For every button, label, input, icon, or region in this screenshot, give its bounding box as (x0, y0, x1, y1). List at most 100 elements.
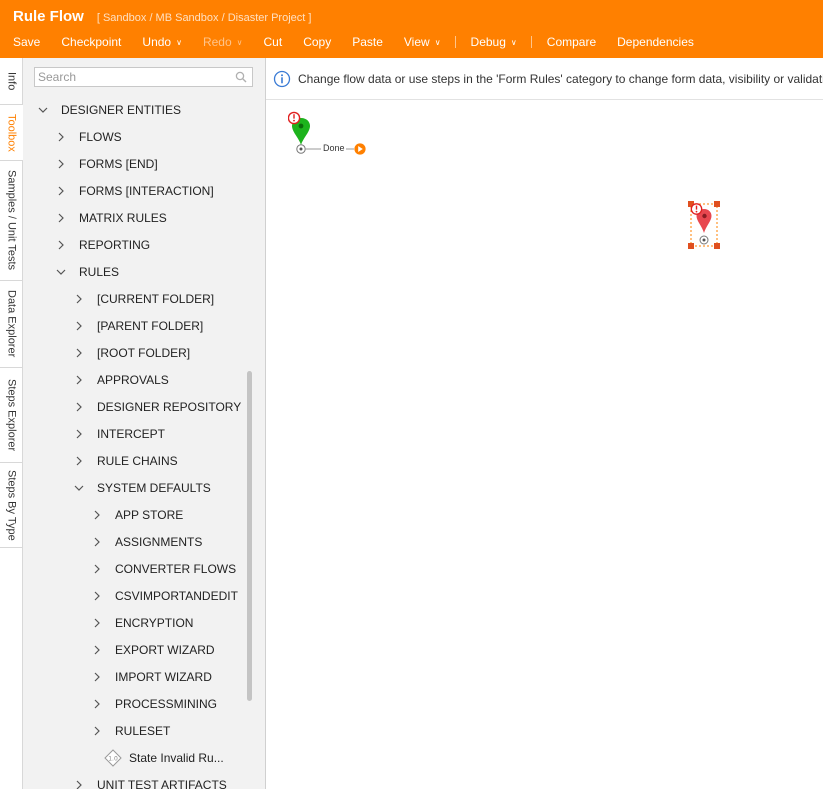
menu-bar: Save Checkpoint Undo ∨ Redo ∨ Cut Copy Paste View… (0, 33, 702, 51)
side-tab-strip: Info Toolbox Samples / Unit Tests Data Expl… (0, 58, 24, 789)
breadcrumb[interactable]: [ Sandbox / MB Sandbox / Disaster Projec… (97, 12, 312, 24)
menu-checkpoint-button[interactable]: Checkpoint (61, 35, 121, 49)
tree-folder-item[interactable]: CONVERTER FLOWS (91, 559, 236, 579)
chevron-down-icon[interactable] (73, 482, 85, 494)
flow-canvas[interactable]: Change flow data or use steps in the 'Fo… (266, 58, 823, 789)
start-connector-icon[interactable] (296, 144, 306, 154)
chevron-right-icon[interactable] (55, 185, 67, 197)
chevron-right-icon[interactable] (55, 158, 67, 170)
tab-data-explorer[interactable]: Data Explorer (0, 281, 23, 368)
menu-cut-button[interactable]: Cut (264, 35, 283, 49)
chevron-right-icon[interactable] (91, 590, 103, 602)
tree-folder-item[interactable]: DESIGNER REPOSITORY (73, 397, 241, 417)
chevron-right-icon[interactable] (73, 428, 85, 440)
search-box (34, 67, 253, 87)
tree-folder-item[interactable]: SYSTEM DEFAULTS (73, 478, 211, 498)
chevron-right-icon[interactable] (73, 401, 85, 413)
menu-save-button[interactable]: Save (13, 35, 40, 49)
chevron-right-icon[interactable] (55, 131, 67, 143)
chevron-right-icon[interactable] (91, 536, 103, 548)
menu-label: Checkpoint (61, 35, 122, 49)
chevron-right-icon[interactable] (73, 779, 85, 789)
tree-folder-item[interactable]: FORMS [INTERACTION] (55, 181, 214, 201)
chevron-right-icon[interactable] (91, 644, 103, 656)
tab-label: Data Explorer (5, 290, 18, 358)
chevron-right-icon[interactable] (91, 617, 103, 629)
tree-folder-item[interactable]: [CURRENT FOLDER] (73, 289, 214, 309)
menu-paste-button[interactable]: Paste (352, 35, 383, 49)
tree-item-label: FLOWS (79, 130, 122, 144)
tree-folder-item[interactable]: [PARENT FOLDER] (73, 316, 203, 336)
tab-label: Info (5, 71, 18, 91)
menu-debug-button[interactable]: Debug ∨ (471, 35, 517, 49)
tree-folder-item[interactable]: RULESET (91, 721, 170, 741)
end-node[interactable] (686, 200, 722, 252)
tree-folder-item[interactable]: EXPORT WIZARD (91, 640, 215, 660)
tree-item-label: State Invalid Ru... (129, 751, 224, 765)
tree-item-label: REPORTING (79, 238, 151, 252)
menu-copy-button[interactable]: Copy (303, 35, 331, 49)
app-title: Rule Flow (13, 8, 84, 25)
chevron-right-icon[interactable] (91, 698, 103, 710)
menu-label: Copy (303, 35, 332, 49)
chevron-right-icon[interactable] (73, 374, 85, 386)
chevron-down-icon[interactable] (37, 104, 49, 116)
search-input[interactable] (35, 68, 230, 86)
tab-toolbox[interactable]: Toolbox (0, 105, 24, 161)
menu-undo-button[interactable]: Undo ∨ (142, 35, 182, 49)
tree-item-label: FORMS [INTERACTION] (79, 184, 214, 198)
tree-item-label: ENCRYPTION (115, 616, 194, 630)
menu-redo-button: Redo ∨ (203, 35, 243, 49)
tree-folder-item[interactable]: UNIT TEST ARTIFACTS (73, 775, 227, 789)
chevron-right-icon[interactable] (91, 509, 103, 521)
tree-folder-item[interactable]: DESIGNER ENTITIES (37, 100, 181, 120)
tree-folder-item[interactable]: MATRIX RULES (55, 208, 167, 228)
end-connector-icon[interactable] (699, 235, 709, 245)
panel-scrollbar[interactable] (247, 371, 252, 701)
tree-item-label: RULESET (115, 724, 171, 738)
done-outcome-label[interactable]: Done (323, 143, 345, 153)
menu-compare-button[interactable]: Compare (547, 35, 596, 49)
tree-item-label: INTERCEPT (97, 427, 166, 441)
tree-item-label: MATRIX RULES (79, 211, 167, 225)
tree-folder-item[interactable]: FORMS [END] (55, 154, 158, 174)
menu-label: Cut (263, 35, 283, 49)
tree-leaf-item[interactable]: 1.0 State Invalid Ru... (91, 748, 224, 768)
tab-steps-by-type[interactable]: Steps By Type (0, 463, 23, 548)
tree-folder-item[interactable]: REPORTING (55, 235, 150, 255)
tab-samples-unit-tests[interactable]: Samples / Unit Tests (0, 161, 23, 281)
menu-label: View (403, 35, 430, 49)
tree-item-label: [CURRENT FOLDER] (97, 292, 215, 306)
tree-folder-item[interactable]: INTERCEPT (73, 424, 165, 444)
chevron-down-icon[interactable] (55, 266, 67, 278)
chevron-right-icon[interactable] (55, 239, 67, 251)
tab-steps-explorer[interactable]: Steps Explorer (0, 368, 23, 463)
tree-folder-item[interactable]: APPROVALS (73, 370, 169, 390)
chevron-right-icon[interactable] (73, 455, 85, 467)
chevron-right-icon[interactable] (73, 320, 85, 332)
tree-folder-item[interactable]: PROCESSMINING (91, 694, 217, 714)
chevron-right-icon[interactable] (55, 212, 67, 224)
tab-info[interactable]: Info (0, 58, 23, 105)
done-outcome-icon[interactable] (354, 143, 366, 155)
tree-item-label: RULE CHAINS (97, 454, 178, 468)
tree-folder-item[interactable]: CSVIMPORTANDEDIT (91, 586, 238, 606)
tree-folder-item[interactable]: RULE CHAINS (73, 451, 178, 471)
tree-folder-item[interactable]: FLOWS (55, 127, 122, 147)
chevron-right-icon[interactable] (73, 347, 85, 359)
tree-folder-item[interactable]: ASSIGNMENTS (91, 532, 202, 552)
chevron-right-icon[interactable] (91, 725, 103, 737)
tree-item-label: EXPORT WIZARD (115, 643, 215, 657)
tree-folder-item[interactable]: ENCRYPTION (91, 613, 193, 633)
tree-folder-item[interactable]: IMPORT WIZARD (91, 667, 212, 687)
tree-folder-item[interactable]: RULES (55, 262, 119, 282)
tree-folder-item[interactable]: [ROOT FOLDER] (73, 343, 190, 363)
chevron-right-icon[interactable] (91, 671, 103, 683)
menu-view-button[interactable]: View ∨ (404, 35, 441, 49)
info-icon (273, 70, 291, 87)
tree-folder-item[interactable]: APP STORE (91, 505, 183, 525)
chevron-right-icon[interactable] (91, 563, 103, 575)
search-icon[interactable] (235, 71, 247, 83)
chevron-right-icon[interactable] (73, 293, 85, 305)
menu-dependencies-button[interactable]: Dependencies (617, 35, 694, 49)
